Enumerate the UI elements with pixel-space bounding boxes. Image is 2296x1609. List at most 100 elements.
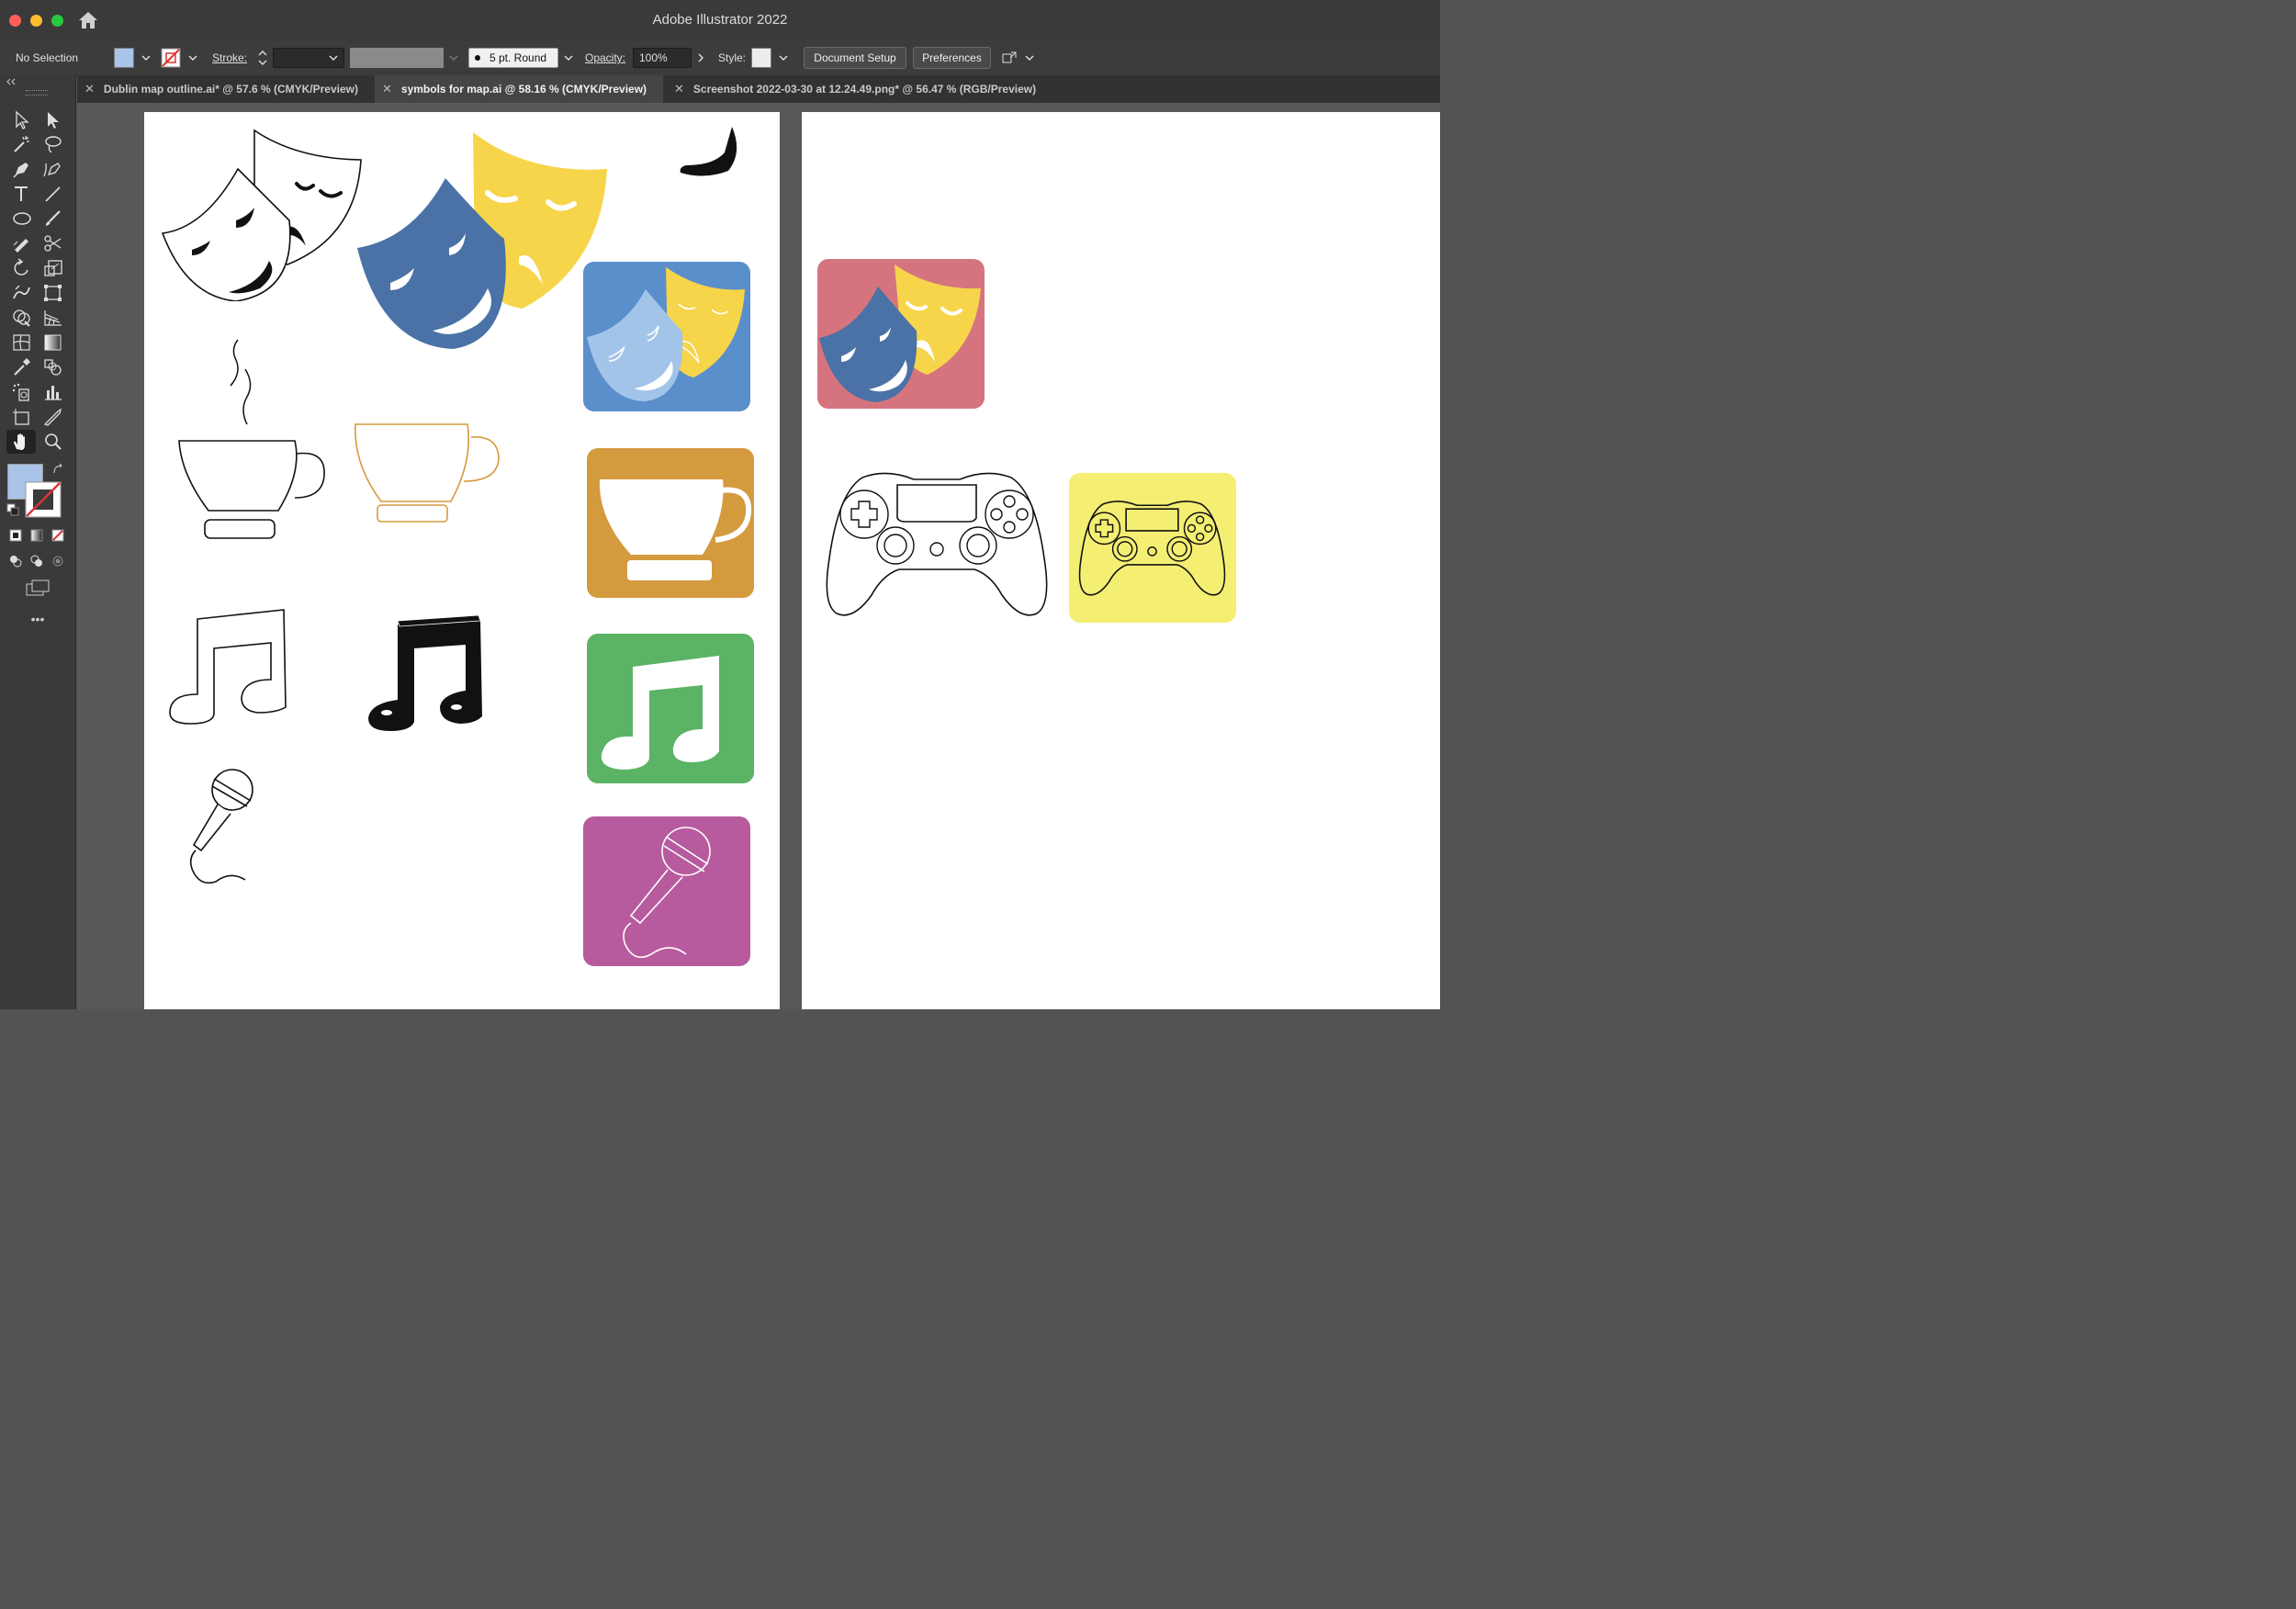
gradient-mode-icon[interactable]	[30, 529, 43, 542]
microphone-outline-icon[interactable]	[179, 766, 262, 895]
screen-mode-icon[interactable]	[25, 579, 51, 597]
stroke-color-box[interactable]	[25, 481, 62, 518]
warp-hand-icon	[13, 285, 30, 299]
lasso-icon	[45, 136, 62, 153]
tab-screenshot[interactable]: ✕ Screenshot 2022-03-30 at 12.24.49.png*…	[667, 75, 1062, 103]
chevron-down-icon[interactable]	[188, 53, 197, 62]
shape-builder-tool[interactable]	[10, 307, 34, 329]
ellipse-tool[interactable]	[10, 208, 34, 230]
close-tab-icon[interactable]: ✕	[674, 82, 684, 96]
close-tab-icon[interactable]: ✕	[382, 82, 392, 96]
shaper-tool[interactable]	[10, 232, 34, 254]
music-note-outline-icon[interactable]	[166, 606, 295, 726]
chevron-down-icon[interactable]	[779, 53, 788, 62]
slice-tool[interactable]	[41, 406, 65, 428]
scissors-icon	[44, 235, 62, 252]
music-tile-green[interactable]	[587, 634, 754, 783]
crescent-shape[interactable]	[677, 125, 741, 180]
document-setup-button[interactable]: Document Setup	[804, 47, 906, 69]
artboard-2[interactable]	[802, 112, 1440, 1009]
tab-label: Dublin map outline.ai* @ 57.6 % (CMYK/Pr…	[103, 83, 358, 96]
tab-symbols-for-map[interactable]: ✕ symbols for map.ai @ 58.16 % (CMYK/Pre…	[375, 75, 663, 103]
chevron-right-icon[interactable]	[697, 53, 704, 62]
opacity-label[interactable]: Opacity:	[585, 40, 625, 75]
document-tab-bar: ✕ Dublin map outline.ai* @ 57.6 % (CMYK/…	[77, 75, 1440, 103]
fill-swatch[interactable]	[114, 48, 134, 68]
perspective-grid-tool[interactable]	[41, 307, 65, 329]
theatre-masks-colour-icon[interactable]	[354, 129, 611, 349]
paintbrush-tool[interactable]	[41, 208, 65, 230]
perspective-grid-icon	[44, 310, 62, 326]
column-graph-icon	[45, 386, 62, 400]
stroke-label[interactable]: Stroke:	[212, 40, 247, 75]
chevron-down-icon[interactable]	[564, 53, 573, 62]
default-fill-stroke-icon[interactable]	[6, 503, 19, 516]
arrange-documents-icon[interactable]	[1001, 49, 1019, 67]
game-controller-outline-icon[interactable]	[822, 467, 1052, 617]
theatre-tile-pink[interactable]	[817, 259, 985, 409]
panel-grip[interactable]	[26, 90, 48, 96]
scissors-tool[interactable]	[41, 232, 65, 254]
preferences-button[interactable]: Preferences	[913, 47, 991, 69]
symbol-sprayer-tool[interactable]	[10, 381, 34, 403]
artboard-tool[interactable]	[10, 406, 34, 428]
hand-icon	[14, 433, 25, 450]
tab-dublin-map[interactable]: ✕ Dublin map outline.ai* @ 57.6 % (CMYK/…	[77, 75, 371, 103]
opacity-field[interactable]: 100%	[633, 48, 692, 68]
artboard-1[interactable]	[144, 112, 780, 1009]
direct-selection-arrow-icon	[48, 112, 59, 129]
brush-definition-field[interactable]: 5 pt. Round	[468, 48, 558, 68]
coffee-cup-orange-outline-icon[interactable]	[350, 421, 502, 527]
chevron-down-icon[interactable]	[141, 53, 151, 62]
magnifier-icon	[45, 433, 62, 450]
coffee-cup-outline-icon[interactable]	[172, 336, 328, 540]
chevron-down-icon[interactable]	[1025, 53, 1034, 62]
line-segment-icon	[45, 186, 61, 202]
close-tab-icon[interactable]: ✕	[84, 82, 95, 96]
scale-icon	[44, 260, 62, 276]
mesh-tool[interactable]	[10, 332, 34, 354]
scale-tool[interactable]	[41, 257, 65, 279]
gaming-tile-yellow[interactable]	[1069, 473, 1236, 623]
chevron-down-icon[interactable]	[449, 53, 458, 62]
graphic-style-swatch[interactable]	[751, 48, 771, 68]
stroke-stepper[interactable]	[256, 48, 269, 68]
zoom-tool[interactable]	[41, 431, 65, 453]
swap-fill-stroke-icon[interactable]	[51, 463, 64, 476]
direct-selection-tool[interactable]	[41, 108, 65, 130]
theatre-tile-blue[interactable]	[583, 262, 750, 411]
karaoke-tile-purple[interactable]	[583, 816, 750, 966]
edit-toolbar-button[interactable]: •••	[0, 612, 75, 626]
canvas-workspace[interactable]	[77, 103, 1440, 1009]
blend-tool[interactable]	[41, 356, 65, 378]
draw-inside-icon[interactable]	[51, 554, 65, 568]
rotate-tool[interactable]	[10, 257, 34, 279]
theatre-masks-outline-icon[interactable]	[159, 127, 366, 301]
hand-tool[interactable]	[6, 430, 36, 454]
variable-width-profile[interactable]	[350, 48, 444, 68]
draw-behind-icon[interactable]	[29, 554, 44, 568]
free-transform-tool[interactable]	[41, 282, 65, 304]
rotate-icon	[14, 258, 28, 276]
type-tool[interactable]	[10, 183, 34, 205]
column-graph-tool[interactable]	[41, 381, 65, 403]
lasso-tool[interactable]	[41, 133, 65, 155]
warp-tool[interactable]	[10, 282, 34, 304]
collapse-panel-icon[interactable]	[6, 77, 17, 86]
pen-tool[interactable]	[10, 158, 34, 180]
eyedropper-tool[interactable]	[10, 356, 34, 378]
cafe-tile-orange[interactable]	[587, 448, 754, 598]
brush-label: 5 pt. Round	[490, 51, 547, 64]
curvature-tool[interactable]	[41, 158, 65, 180]
stroke-none-swatch[interactable]	[161, 48, 181, 68]
magic-wand-tool[interactable]	[10, 133, 34, 155]
line-segment-tool[interactable]	[41, 183, 65, 205]
music-note-black-icon[interactable]	[365, 612, 488, 731]
none-mode-icon[interactable]	[51, 529, 64, 542]
gradient-tool[interactable]	[41, 332, 65, 354]
stroke-weight-field[interactable]	[273, 48, 344, 68]
color-mode-icon[interactable]	[9, 529, 22, 542]
selection-tool[interactable]	[10, 108, 34, 130]
draw-normal-icon[interactable]	[8, 554, 23, 568]
chevron-down-icon[interactable]	[329, 53, 338, 62]
